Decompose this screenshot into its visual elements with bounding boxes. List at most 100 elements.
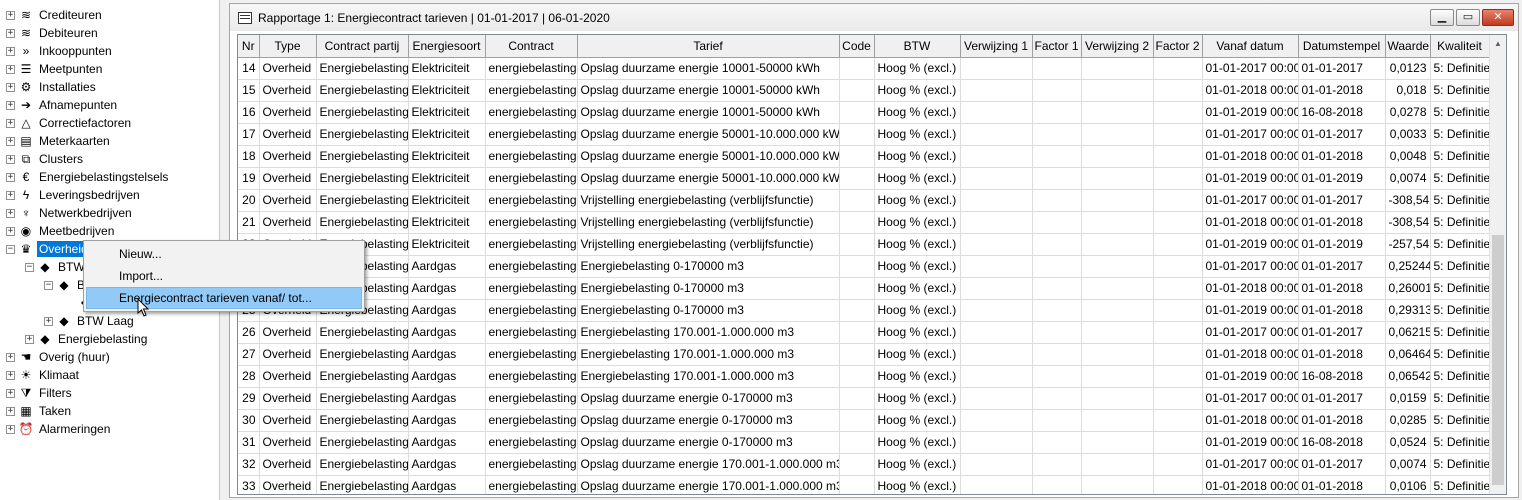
table-cell [960,299,1033,322]
menu-item-import[interactable]: Import... [86,265,362,287]
expand-icon[interactable]: + [6,172,15,182]
tree-item-meetpunten[interactable]: + ☰ Meetpunten [0,60,219,78]
expand-icon[interactable]: + [6,64,15,74]
collapse-icon[interactable]: − [6,244,15,254]
table-row[interactable]: 14 Overheid Energiebelasting Elektriciteit e… [238,57,1490,80]
expand-icon[interactable]: + [6,388,15,398]
table-row[interactable]: 28 Overheid Energiebelasting Aardgas energie… [238,365,1490,388]
table-row[interactable]: 30 Overheid Energiebelasting Aardgas energie… [238,409,1490,432]
tree-item-meetbedrijven[interactable]: + ◉ Meetbedrijven [0,222,219,240]
column-header[interactable]: Datumstempel [1298,35,1386,58]
table-row[interactable]: 24OverheidEnergiebelastingAardgasenergie… [238,277,1490,300]
column-header[interactable]: Factor 1 [1032,35,1082,58]
column-header[interactable]: Kwaliteit [1430,35,1490,58]
tree-item-clusters[interactable]: + ⧉ Clusters [0,150,219,168]
expand-icon[interactable]: + [6,226,15,236]
collapse-icon[interactable]: − [25,262,34,272]
expand-icon[interactable]: + [6,100,15,110]
column-header[interactable]: Code [839,35,875,58]
collapse-icon[interactable]: − [44,280,53,290]
expand-icon[interactable]: + [6,352,15,362]
table-row[interactable]: 16 Overheid Energiebelasting Elektriciteit e… [238,101,1490,124]
table-row[interactable]: 32 Overheid Energiebelasting Aardgas energie… [238,453,1490,476]
table-row[interactable]: 31 Overheid Energiebelasting Aardgas energie… [238,431,1490,454]
tree-item-crediteuren[interactable]: + ≋ Crediteuren [0,6,219,24]
scroll-thumb[interactable] [1492,235,1504,485]
minimize-button[interactable]: ▁ [1430,9,1454,26]
table-cell: energiebelasting [485,299,578,322]
expand-icon[interactable]: + [6,136,15,146]
tree-item-correctiefactoren[interactable]: + △ Correctiefactoren [0,114,219,132]
window-titlebar[interactable]: Rapportage 1: Energiecontract tarieven |… [230,4,1518,31]
maximize-button[interactable]: ▭ [1456,9,1480,26]
table-cell: Overheid [259,145,317,168]
table-row[interactable]: 22OverheidEnergiebelastingElektriciteite… [238,233,1490,256]
tree-item-leveringsbedrijven[interactable]: + ϟ Leveringsbedrijven [0,186,219,204]
column-header[interactable]: Type [259,35,317,58]
menu-item-energy-contract-rates[interactable]: Energiecontract tarieven vanaf/ tot... [86,287,362,309]
column-header[interactable]: Energiesoort [408,35,486,58]
table-cell: Aardgas [408,299,486,322]
expand-icon[interactable]: + [6,154,15,164]
tree-item-label: Leveringsbedrijven [39,188,140,202]
table-cell: 0,0033 [1385,123,1431,146]
expand-icon[interactable]: + [6,406,15,416]
column-header[interactable]: Vanaf datum [1202,35,1299,58]
column-header[interactable]: Nr [238,35,260,58]
expand-icon[interactable]: + [6,28,15,38]
table-cell [1153,79,1203,102]
tree-item-taken[interactable]: + ▦ Taken [0,402,219,420]
expand-icon[interactable]: + [44,316,53,326]
column-header[interactable]: Verwijzing 1 [960,35,1033,58]
close-button[interactable]: ✕ [1482,9,1514,26]
table-row[interactable]: 15 Overheid Energiebelasting Elektriciteit e… [238,79,1490,102]
column-header[interactable]: Contract partij [316,35,409,58]
table-row[interactable]: 33 Overheid Energiebelasting Aardgas energie… [238,475,1490,494]
tree-item-afnamepunten[interactable]: + ➔ Afnamepunten [0,96,219,114]
table-row[interactable]: 26 Overheid Energiebelasting Aardgas energie… [238,321,1490,344]
column-header[interactable]: Verwijzing 2 [1081,35,1154,58]
tree-item-debiteuren[interactable]: + ≋ Debiteuren [0,24,219,42]
table-row[interactable]: 19 Overheid Energiebelasting Elektriciteit e… [238,167,1490,190]
table-row[interactable]: 27 Overheid Energiebelasting Aardgas energie… [238,343,1490,366]
tree-item-inkooppunten[interactable]: + » Inkooppunten [0,42,219,60]
table-row[interactable]: 23OverheidEnergiebelastingAardgasenergie… [238,255,1490,278]
table-cell: Energiebelasting [316,57,409,80]
expand-icon[interactable]: + [6,118,15,128]
table-row[interactable]: 18 Overheid Energiebelasting Elektriciteit e… [238,145,1490,168]
expand-icon[interactable]: + [6,10,15,20]
table-row[interactable]: 20 Overheid Energiebelasting Elektriciteit e… [238,189,1490,212]
tree-item-klimaat[interactable]: + ☀ Klimaat [0,366,219,384]
expand-icon[interactable]: + [6,46,15,56]
tree-item-overig-huur[interactable]: + ☚ Overig (huur) [0,348,219,366]
table-cell: 01-01-2018 00:00 [1202,145,1299,168]
column-header[interactable]: Waarde [1385,35,1431,58]
tree-item-energiebelasting[interactable]: + ◆ Energiebelasting [0,330,219,348]
tree-item-btw-laag[interactable]: + ◆ BTW Laag [0,312,219,330]
table-cell: 15 [238,79,260,102]
tree-item-netwerkbedrijven[interactable]: + ♆ Netwerkbedrijven [0,204,219,222]
menu-item-new[interactable]: Nieuw... [86,243,362,265]
table-row[interactable]: 29 Overheid Energiebelasting Aardgas energie… [238,387,1490,410]
column-header[interactable]: Tarief [577,35,840,58]
expand-icon[interactable]: + [6,424,15,434]
scroll-up-icon[interactable]: ▲ [1490,35,1506,52]
expand-icon[interactable]: + [6,82,15,92]
tree-item-alarmeringen[interactable]: + ⏰ Alarmeringen [0,420,219,438]
column-header[interactable]: BTW [874,35,961,58]
tree-item-installaties[interactable]: + ⚙ Installaties [0,78,219,96]
column-header[interactable]: Contract [485,35,578,58]
meter-card-icon: ▤ [20,134,32,148]
vertical-scrollbar[interactable]: ▲ [1489,35,1506,494]
table-row[interactable]: 17 Overheid Energiebelasting Elektriciteit e… [238,123,1490,146]
expand-icon[interactable]: + [6,370,15,380]
expand-icon[interactable]: + [25,334,34,344]
expand-icon[interactable]: + [6,208,15,218]
column-header[interactable]: Factor 2 [1153,35,1203,58]
table-row[interactable]: 21 Overheid Energiebelasting Elektriciteit e… [238,211,1490,234]
tree-item-meterkaarten[interactable]: + ▤ Meterkaarten [0,132,219,150]
table-row[interactable]: 25OverheidEnergiebelastingAardgasenergie… [238,299,1490,322]
tree-item-energiebelastingstelsels[interactable]: + € Energiebelastingstelsels [0,168,219,186]
expand-icon[interactable]: + [6,190,15,200]
tree-item-filters[interactable]: + ⧩ Filters [0,384,219,402]
